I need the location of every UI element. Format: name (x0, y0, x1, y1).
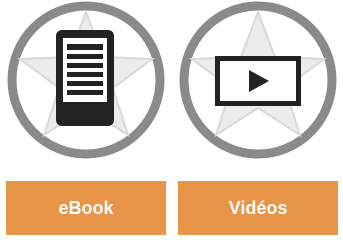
videos-button[interactable]: Vidéos (178, 181, 338, 235)
ebook-reader-icon (56, 30, 114, 126)
ebook-tile[interactable]: eBook (6, 0, 166, 242)
videos-tile[interactable]: Vidéos (178, 0, 338, 242)
ebook-button[interactable]: eBook (6, 181, 166, 235)
videos-circle[interactable] (178, 0, 338, 160)
ebook-circle[interactable] (6, 0, 166, 160)
video-play-icon (215, 56, 301, 106)
